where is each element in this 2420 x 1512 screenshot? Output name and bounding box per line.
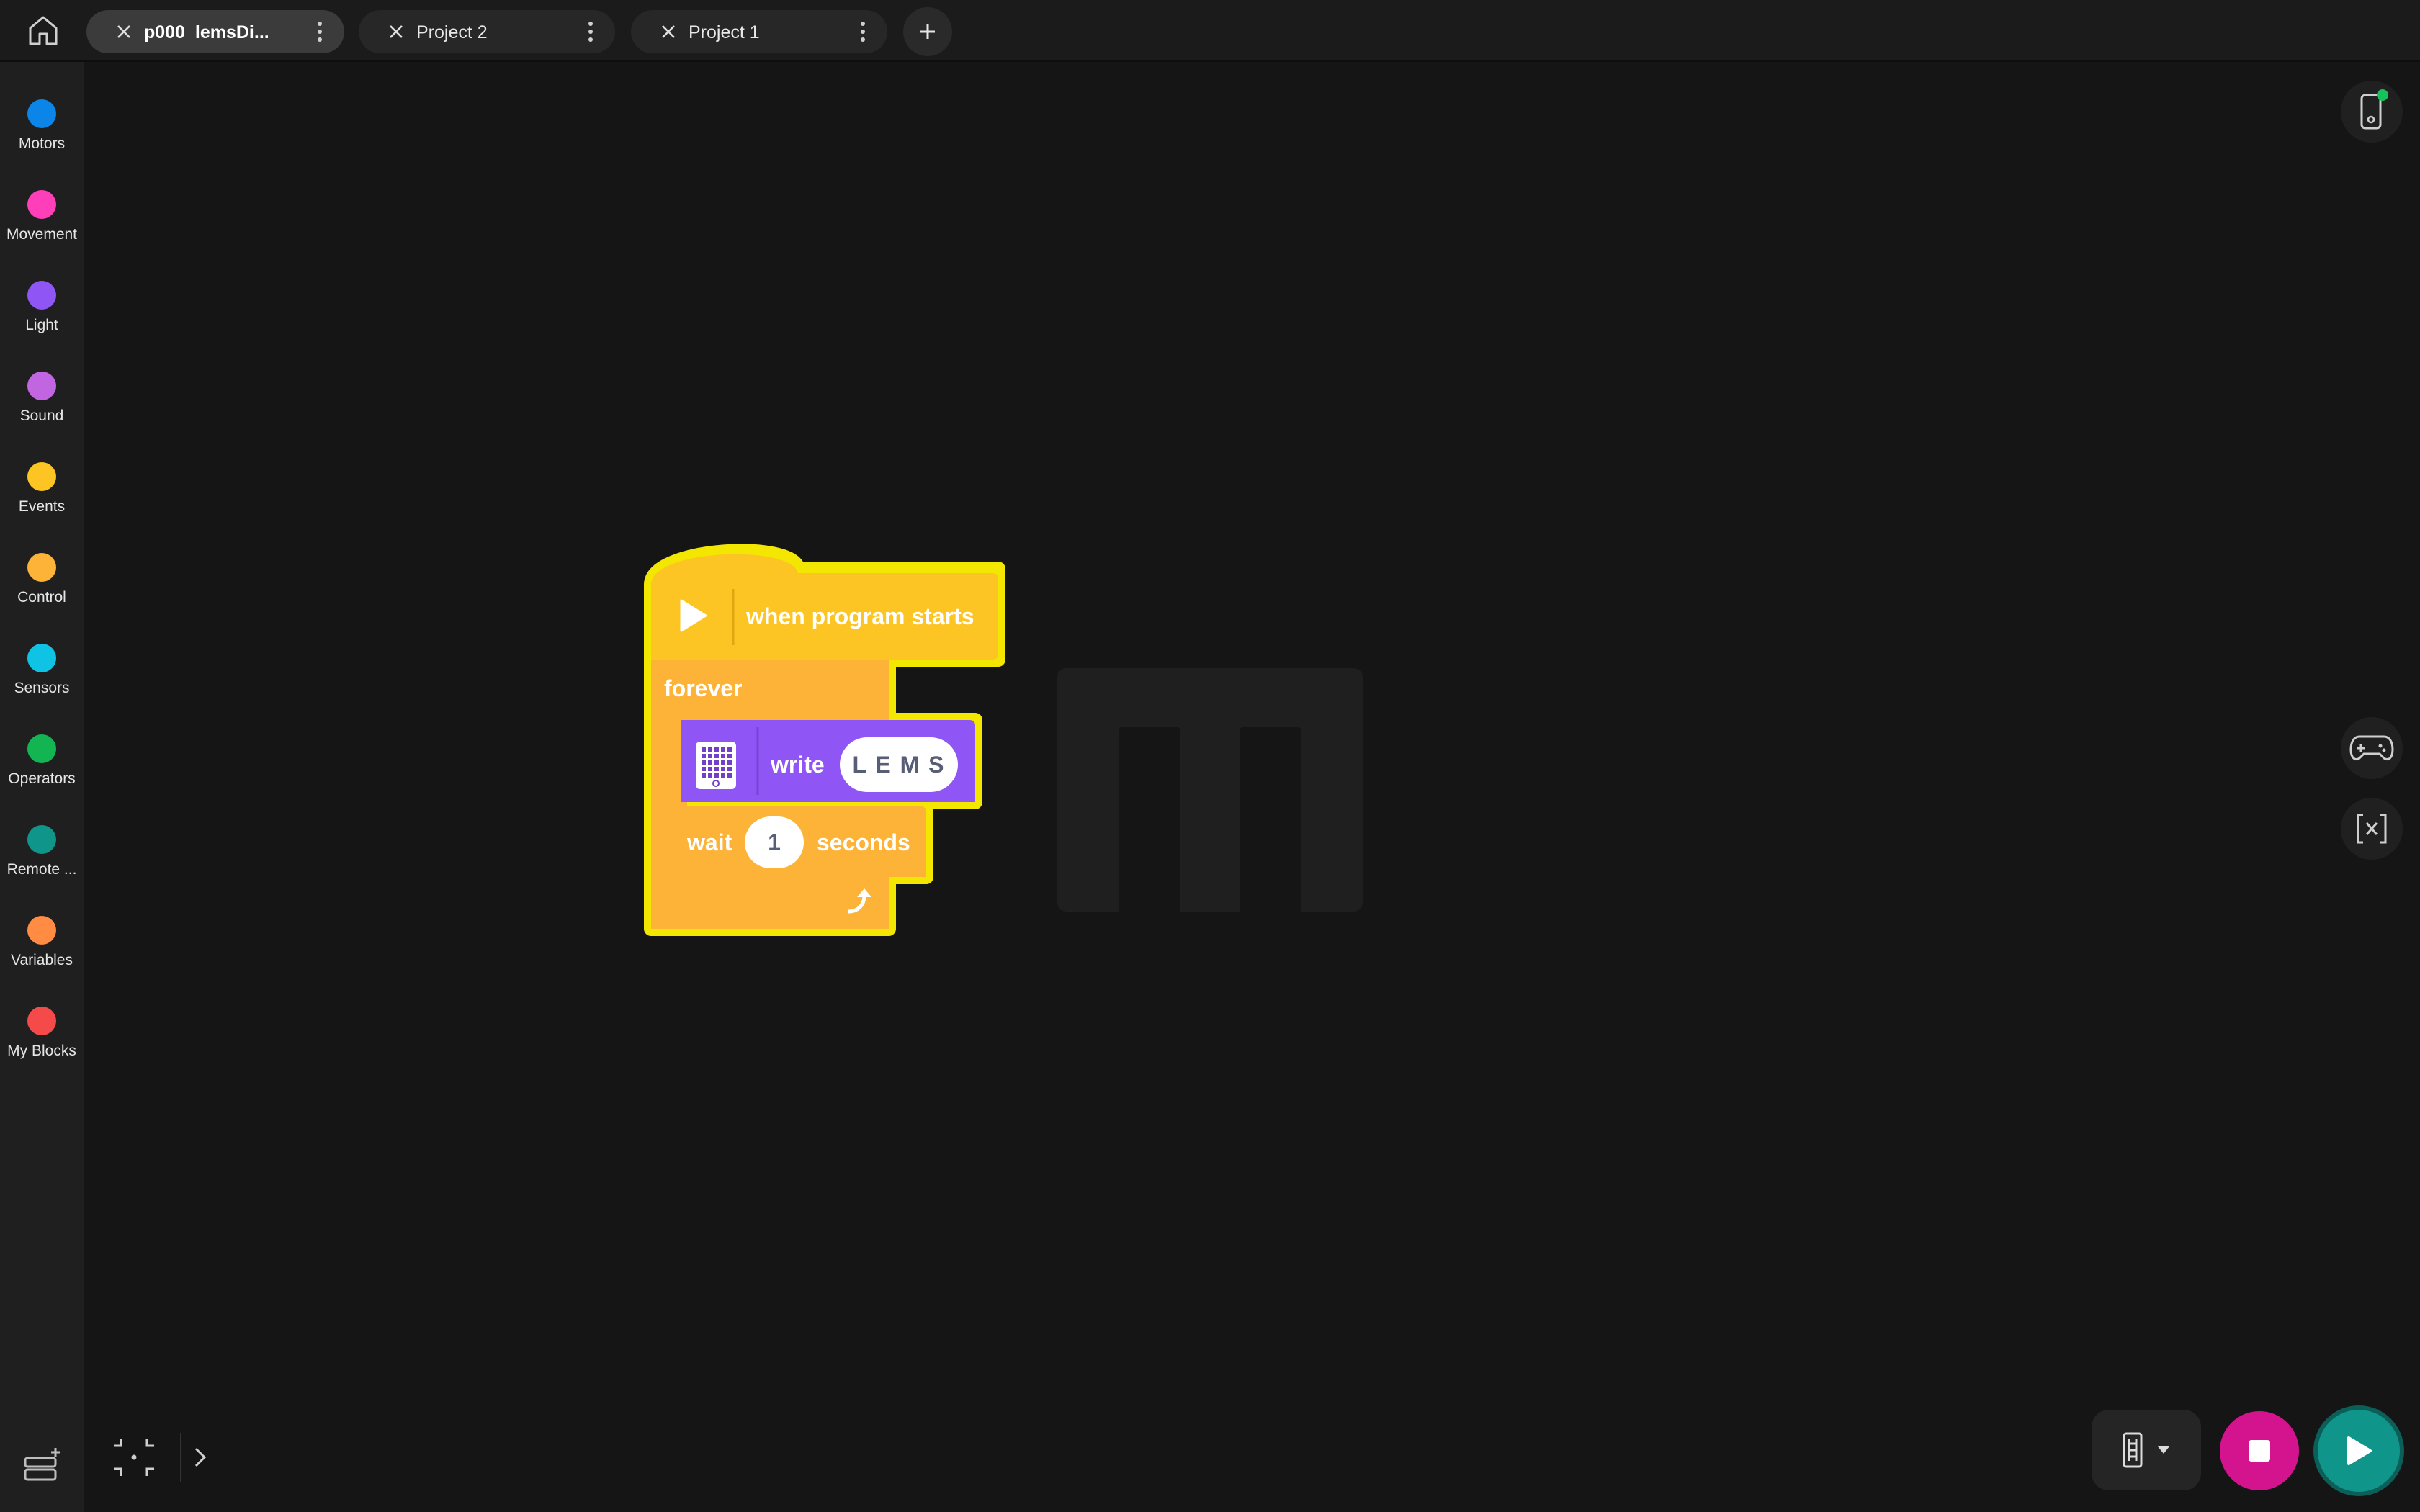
- tool-divider: [180, 1433, 182, 1482]
- caret-down-icon: [2158, 1446, 2169, 1454]
- expand-panel-button[interactable]: [190, 1443, 212, 1472]
- category-my-blocks[interactable]: My Blocks: [0, 1007, 84, 1086]
- stop-button[interactable]: [2220, 1411, 2299, 1490]
- home-button[interactable]: [20, 7, 66, 53]
- play-icon: [2347, 1436, 2372, 1465]
- tab-label: Project 2: [416, 22, 488, 42]
- category-light[interactable]: Light: [0, 281, 84, 360]
- category-dot: [27, 734, 56, 763]
- category-label: Sensors: [14, 680, 70, 696]
- add-tab-button[interactable]: [903, 7, 952, 56]
- category-control[interactable]: Control: [0, 553, 84, 632]
- category-events[interactable]: Events: [0, 462, 84, 541]
- category-label: My Blocks: [7, 1043, 76, 1059]
- close-tab-button[interactable]: [658, 22, 678, 42]
- extension-icon: [24, 1448, 60, 1481]
- category-sidebar: Motors Movement Light Sound Events Contr…: [0, 62, 84, 1512]
- tab-label: p000_lemsDi...: [144, 22, 269, 42]
- plus-icon: [920, 24, 935, 39]
- forever-block[interactable]: [651, 660, 889, 720]
- category-dot: [27, 99, 56, 128]
- close-icon: [117, 25, 130, 38]
- tab-project-2[interactable]: Project 2: [359, 10, 615, 53]
- more-vertical-icon: [861, 22, 865, 26]
- category-operators[interactable]: Operators: [0, 734, 84, 814]
- tab-menu-button[interactable]: [582, 17, 599, 46]
- fit-screen-icon: [114, 1439, 154, 1476]
- loop-arrow-icon: [848, 888, 871, 914]
- wait-seconds-input[interactable]: 1: [745, 816, 804, 868]
- variables-monitor-button[interactable]: [2341, 798, 2403, 860]
- close-tab-button[interactable]: [386, 22, 406, 42]
- tab-label: Project 1: [689, 22, 760, 42]
- home-icon: [29, 16, 58, 45]
- wait-block[interactable]: [681, 806, 739, 877]
- close-icon: [662, 25, 675, 38]
- category-dot: [27, 825, 56, 854]
- category-sensors[interactable]: Sensors: [0, 644, 84, 723]
- category-movement[interactable]: Movement: [0, 190, 84, 269]
- category-label: Control: [17, 589, 66, 606]
- category-label: Operators: [8, 770, 76, 787]
- variable-icon: [2357, 814, 2387, 844]
- write-text-input[interactable]: L E M S: [840, 737, 958, 792]
- run-button[interactable]: [2318, 1410, 2400, 1492]
- chevron-right-icon: [194, 1447, 207, 1467]
- category-sound[interactable]: Sound: [0, 372, 84, 451]
- hub-connect-button[interactable]: [2341, 81, 2403, 143]
- category-variables[interactable]: Variables: [0, 916, 84, 995]
- category-label: Sound: [19, 408, 64, 424]
- workspace-watermark-logo: [1057, 668, 1363, 912]
- light-matrix-icon: [2123, 1432, 2143, 1468]
- category-dot: [27, 1007, 56, 1035]
- light-matrix-dropdown-button[interactable]: [2092, 1410, 2201, 1490]
- tab-menu-button[interactable]: [311, 17, 328, 46]
- stop-icon: [2249, 1440, 2270, 1462]
- category-label: Remote ...: [6, 861, 77, 878]
- when-program-starts-block[interactable]: [651, 562, 998, 660]
- gamepad-button[interactable]: [2341, 717, 2403, 779]
- gamepad-icon: [2349, 735, 2394, 760]
- fit-to-screen-button[interactable]: [112, 1436, 156, 1479]
- add-extension-button[interactable]: [22, 1443, 65, 1486]
- tab-p000[interactable]: p000_lemsDi...: [86, 10, 344, 53]
- category-label: Variables: [11, 952, 73, 968]
- category-dot: [27, 916, 56, 945]
- close-icon: [390, 25, 403, 38]
- category-dot: [27, 281, 56, 310]
- category-label: Light: [25, 317, 58, 333]
- category-label: Motors: [18, 135, 66, 152]
- seconds-label: seconds: [817, 829, 910, 855]
- category-label: Movement: [6, 226, 78, 243]
- category-dot: [27, 553, 56, 582]
- top-bar: p000_lemsDi... Project 2 Project 1: [0, 0, 2420, 62]
- tab-project-1[interactable]: Project 1: [631, 10, 887, 53]
- category-motors[interactable]: Motors: [0, 99, 84, 179]
- category-dot: [27, 372, 56, 400]
- hub-device-icon: [2360, 89, 2388, 130]
- write-block[interactable]: [681, 720, 825, 802]
- category-dot: [27, 644, 56, 672]
- category-dot: [27, 190, 56, 219]
- tab-menu-button[interactable]: [854, 17, 871, 46]
- close-tab-button[interactable]: [114, 22, 134, 42]
- category-label: Events: [18, 498, 66, 515]
- category-remote[interactable]: Remote ...: [0, 825, 84, 904]
- more-vertical-icon: [588, 22, 593, 26]
- more-vertical-icon: [318, 22, 322, 26]
- category-dot: [27, 462, 56, 491]
